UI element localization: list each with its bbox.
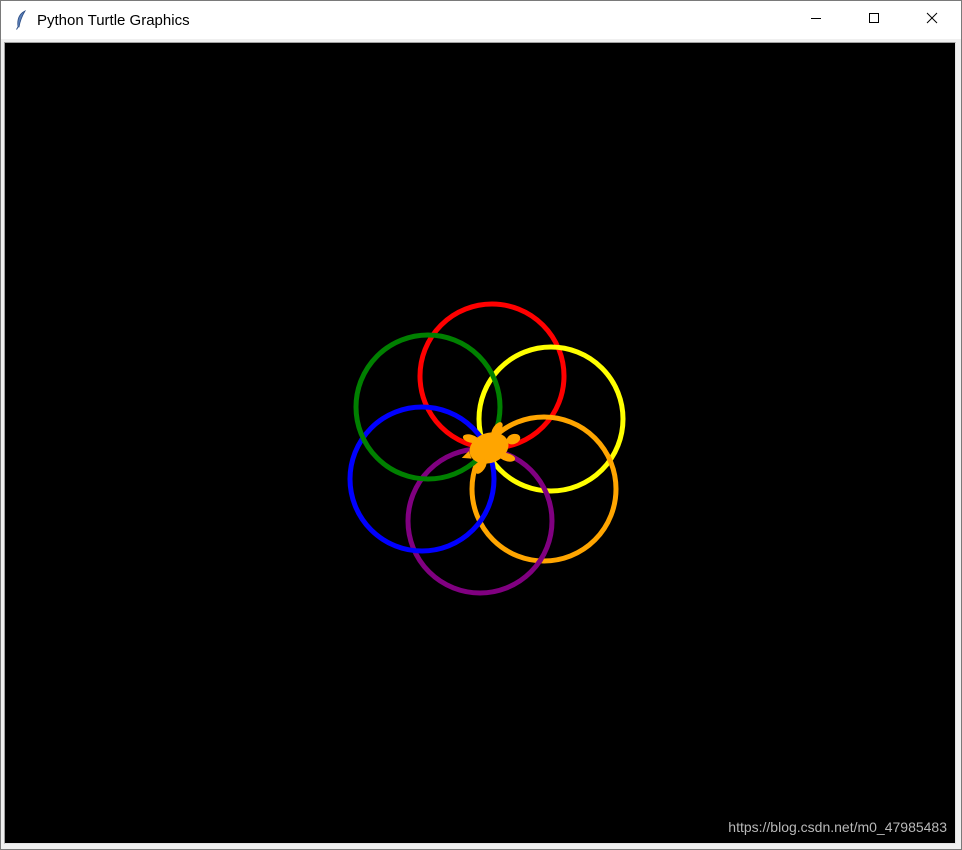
feather-icon [13, 10, 29, 30]
maximize-icon [868, 11, 880, 29]
window-controls [787, 1, 961, 39]
drawing-surface [347, 301, 626, 596]
minimize-button[interactable] [787, 1, 845, 39]
turtle-window: Python Turtle Graphics https://blog.csdn… [0, 0, 962, 850]
minimize-icon [810, 11, 822, 29]
watermark-text: https://blog.csdn.net/m0_47985483 [728, 819, 947, 835]
close-icon [926, 11, 938, 29]
close-button[interactable] [903, 1, 961, 39]
title-bar[interactable]: Python Turtle Graphics [1, 1, 961, 39]
window-title: Python Turtle Graphics [37, 11, 190, 29]
turtle-canvas[interactable]: https://blog.csdn.net/m0_47985483 [4, 42, 956, 844]
maximize-button[interactable] [845, 1, 903, 39]
